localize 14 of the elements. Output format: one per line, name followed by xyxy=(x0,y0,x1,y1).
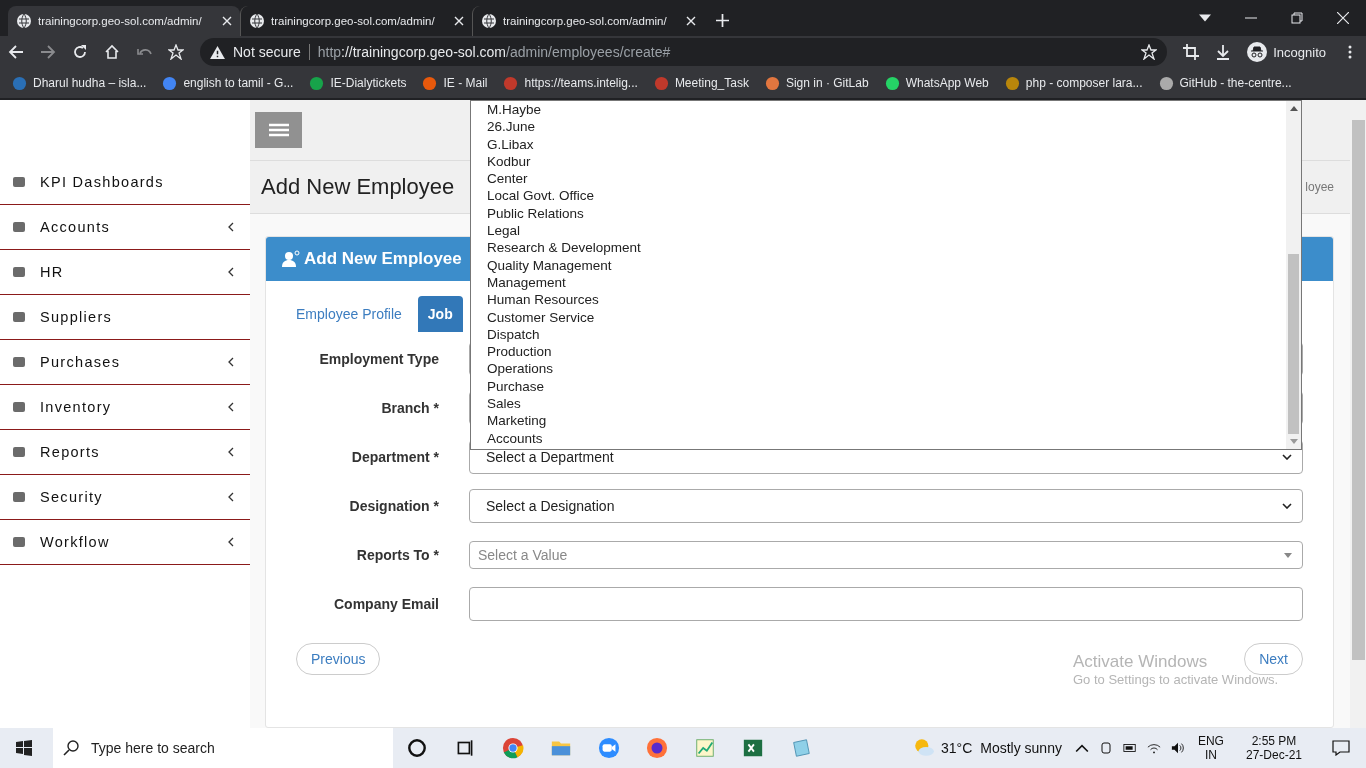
field-label: Designation * xyxy=(348,498,439,514)
field-label: Company Email xyxy=(332,596,439,612)
activation-title: Activate Windows xyxy=(1073,652,1208,672)
field-label: Branch * xyxy=(380,400,439,416)
weather-text: Mostly sunny xyxy=(980,740,1062,756)
url-text: http://trainingcorp.geo-sol.com/admin/employees/create# xyxy=(317,44,671,60)
card-title: Add New Employee xyxy=(304,249,462,269)
field-label: Reports To * xyxy=(355,547,439,563)
activation-subtitle: Go to Settings to activate Windows. xyxy=(1073,672,1279,687)
field-label: Employment Type xyxy=(318,351,439,367)
security-label: Not secure xyxy=(233,44,301,60)
page-title: Add New Employee xyxy=(261,174,455,200)
field-label: Department * xyxy=(350,449,439,465)
temperature: 31°C xyxy=(940,740,973,756)
